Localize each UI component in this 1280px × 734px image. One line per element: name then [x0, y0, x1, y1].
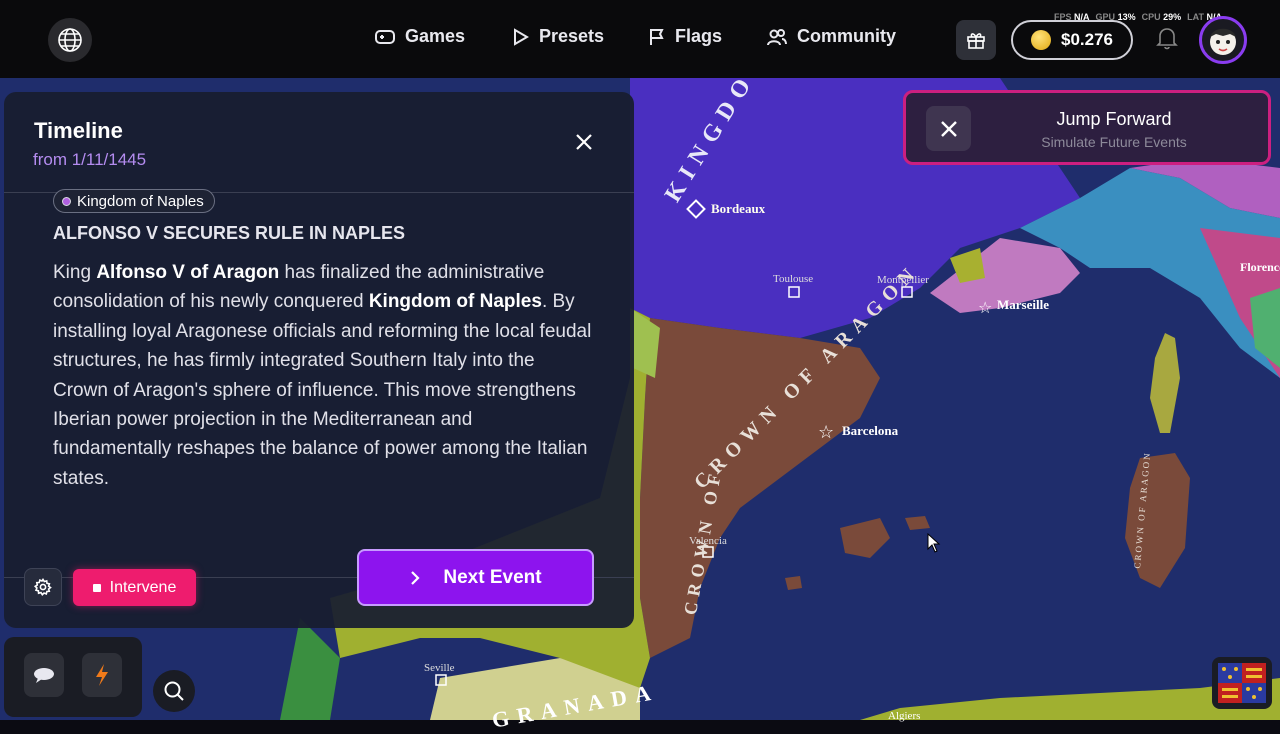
next-event-button[interactable]: Next Event	[357, 549, 594, 606]
intervene-button[interactable]: Intervene	[73, 569, 196, 606]
royal-banner-icon	[1218, 663, 1266, 703]
event-title: ALFONSO V SECURES RULE IN NAPLES	[53, 223, 406, 243]
country-dot-icon	[62, 196, 71, 206]
intervene-label: Intervene	[109, 578, 177, 596]
top-bar: Games Presets Flags Community FPS N/A GP…	[0, 0, 1280, 78]
cpu-label: CPU	[1141, 12, 1161, 22]
map-label-barcelona: Barcelona	[842, 423, 899, 438]
avatar-face-icon	[1210, 28, 1236, 55]
timeline-panel: Timeline from 1/11/1445 Kingdom of Naple…	[4, 92, 634, 628]
cpu-value: 29%	[1163, 12, 1182, 22]
mouse-cursor-icon	[927, 533, 941, 553]
close-icon	[576, 134, 592, 150]
search-icon	[164, 681, 184, 701]
event-country-label: Kingdom of Naples	[77, 192, 204, 210]
jump-forward-panel[interactable]: Jump Forward Simulate Future Events	[903, 90, 1271, 165]
chat-button[interactable]	[24, 653, 64, 697]
lat-label: LAT	[1187, 12, 1204, 22]
map-label-bordeaux: Bordeaux	[711, 201, 766, 216]
timeline-title: Timeline	[34, 118, 123, 143]
gear-icon	[34, 578, 52, 596]
nav-community-label: Community	[797, 26, 896, 46]
nav-games-label: Games	[405, 26, 466, 46]
users-icon	[767, 28, 787, 45]
jump-subtitle: Simulate Future Events	[1041, 134, 1187, 150]
timeline-subtitle: from 1/11/1445	[33, 150, 147, 169]
timeline-close-button[interactable]	[574, 132, 598, 156]
balance-display[interactable]: $0.276	[1011, 20, 1133, 60]
region-ibiza[interactable]	[785, 576, 802, 590]
bell-icon[interactable]	[1156, 26, 1178, 55]
play-icon	[514, 27, 529, 46]
gamepad-icon	[375, 29, 395, 44]
globe-logo-icon[interactable]	[48, 18, 92, 62]
nav-presets-label: Presets	[539, 26, 605, 46]
power-button[interactable]	[82, 653, 122, 697]
chat-bubble-icon	[34, 668, 54, 683]
jump-title: Jump Forward	[1056, 109, 1172, 129]
nav-games[interactable]: Games	[375, 26, 465, 47]
event-description-highlight: Kingdom of Naples	[368, 291, 542, 313]
nav-community[interactable]: Community	[767, 26, 896, 47]
close-icon	[940, 120, 957, 137]
coin-icon	[1031, 30, 1051, 50]
next-event-label: Next Event	[443, 566, 542, 588]
event-description-text: . By installing loyal Aragonese official…	[53, 291, 592, 489]
country-flag-button[interactable]	[1212, 657, 1272, 709]
map-label-algiers: Algiers	[888, 710, 921, 722]
city-marker-marseille[interactable]: ☆	[978, 298, 992, 317]
gift-icon	[967, 33, 985, 49]
nav-flags[interactable]: Flags	[649, 26, 722, 47]
city-marker-barcelona[interactable]: ☆	[818, 422, 834, 443]
nav-presets[interactable]: Presets	[513, 26, 604, 47]
event-description-highlight: Alfonso V of Aragon	[96, 262, 280, 283]
gift-button[interactable]	[956, 20, 996, 60]
bottom-dock	[4, 637, 142, 717]
event-description: King Alfonso V of Aragon has finalized t…	[53, 258, 593, 493]
flag-icon	[650, 28, 664, 45]
map-label-seville: Seville	[424, 662, 455, 674]
map-label-marseille: Marseille	[997, 297, 1049, 312]
avatar[interactable]	[1199, 16, 1247, 64]
search-button[interactable]	[153, 670, 195, 712]
chevron-right-icon	[411, 570, 420, 585]
lightning-icon	[96, 664, 108, 686]
jump-close-button[interactable]	[926, 106, 971, 151]
balance-value: $0.276	[1061, 30, 1113, 49]
map-label-florence: Florence	[1240, 260, 1280, 274]
nav-flags-label: Flags	[675, 26, 723, 46]
stop-icon	[92, 583, 101, 592]
map-label-toulouse: Toulouse	[773, 273, 814, 285]
event-country-tag[interactable]: Kingdom of Naples	[53, 189, 215, 213]
settings-button[interactable]	[24, 568, 62, 606]
event-description-text: King	[53, 262, 97, 283]
